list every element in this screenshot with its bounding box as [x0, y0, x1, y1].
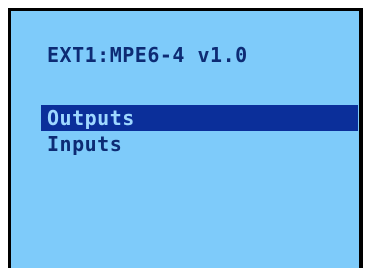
menu-item-outputs[interactable]: Outputs [41, 105, 358, 131]
menu-list: Outputs Inputs [41, 105, 358, 157]
lcd-screen: EXT1:MPE6-4 v1.0 Outputs Inputs [8, 8, 363, 268]
device-title: EXT1:MPE6-4 v1.0 [47, 43, 248, 67]
menu-item-inputs[interactable]: Inputs [41, 131, 358, 157]
